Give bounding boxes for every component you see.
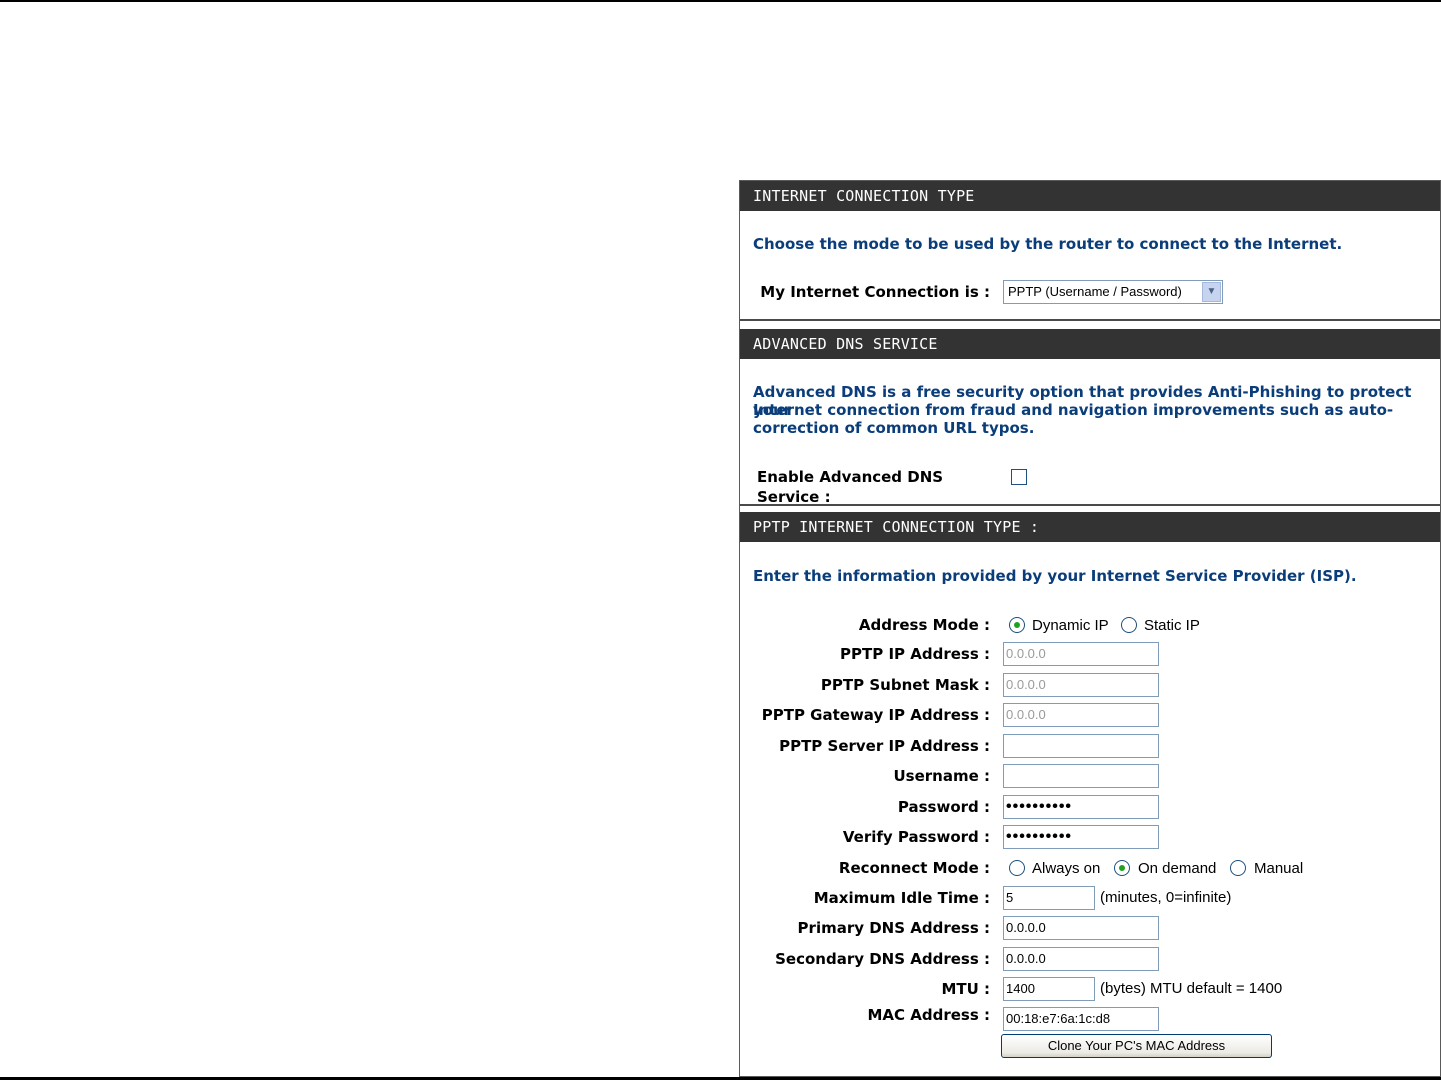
address-mode-static-label: Static IP bbox=[1144, 617, 1200, 634]
mtu-input[interactable]: 1400 bbox=[1003, 977, 1095, 1001]
pptp-gateway-label: PPTP Gateway IP Address : bbox=[761, 706, 990, 724]
address-mode-static-radio[interactable] bbox=[1121, 617, 1137, 633]
reconnect-manual-radio[interactable] bbox=[1230, 860, 1246, 876]
pptp-server-label: PPTP Server IP Address : bbox=[779, 737, 990, 755]
pptp-subnet-label: PPTP Subnet Mask : bbox=[820, 676, 990, 694]
secondary-dns-label: Secondary DNS Address : bbox=[775, 950, 990, 968]
primary-dns-label: Primary DNS Address : bbox=[797, 919, 990, 937]
verify-password-input[interactable]: •••••••••• bbox=[1003, 825, 1159, 849]
verify-password-label: Verify Password : bbox=[842, 828, 990, 846]
connection-type-select[interactable]: PPTP (Username / Password) ▼ bbox=[1003, 280, 1223, 304]
section-header: PPTP INTERNET CONNECTION TYPE : bbox=[740, 512, 1440, 542]
primary-dns-input[interactable]: 0.0.0.0 bbox=[1003, 916, 1159, 940]
address-mode-dynamic-radio[interactable] bbox=[1009, 617, 1025, 633]
advanced-dns-section: ADVANCED DNS SERVICE Advanced DNS is a f… bbox=[740, 329, 1440, 506]
enable-advanced-dns-label: Enable Advanced DNS Service : bbox=[757, 468, 944, 506]
max-idle-label: Maximum Idle Time : bbox=[813, 889, 990, 907]
reconnect-always-radio[interactable] bbox=[1009, 860, 1025, 876]
reconnect-on-demand-label: On demand bbox=[1138, 860, 1217, 877]
enable-advanced-dns-checkbox[interactable] bbox=[1011, 469, 1027, 485]
advanced-dns-intro-line-3: correction of common URL typos. bbox=[753, 419, 1035, 437]
address-mode-dynamic-label: Dynamic IP bbox=[1032, 617, 1109, 634]
max-idle-suffix: (minutes, 0=infinite) bbox=[1100, 889, 1232, 906]
connection-type-label: My Internet Connection is : bbox=[760, 283, 990, 301]
internet-connection-type-section: INTERNET CONNECTION TYPE Choose the mode… bbox=[740, 181, 1440, 321]
section-header: INTERNET CONNECTION TYPE bbox=[740, 181, 1440, 211]
mtu-suffix: (bytes) MTU default = 1400 bbox=[1100, 980, 1283, 997]
username-input[interactable] bbox=[1003, 764, 1159, 788]
settings-panel: INTERNET CONNECTION TYPE Choose the mode… bbox=[739, 180, 1441, 1077]
pptp-ip-label: PPTP IP Address : bbox=[840, 645, 990, 663]
password-label: Password : bbox=[897, 798, 990, 816]
secondary-dns-input[interactable]: 0.0.0.0 bbox=[1003, 947, 1159, 971]
reconnect-mode-label: Reconnect Mode : bbox=[838, 859, 990, 877]
mac-address-input[interactable]: 00:18:e7:6a:1c:d8 bbox=[1003, 1007, 1159, 1031]
mac-address-label: MAC Address : bbox=[867, 1006, 991, 1024]
chevron-down-icon[interactable]: ▼ bbox=[1202, 282, 1221, 302]
username-label: Username : bbox=[893, 767, 990, 785]
max-idle-input[interactable]: 5 bbox=[1003, 886, 1095, 910]
reconnect-always-label: Always on bbox=[1032, 860, 1101, 877]
password-input[interactable]: •••••••••• bbox=[1003, 795, 1159, 819]
reconnect-manual-label: Manual bbox=[1254, 860, 1304, 877]
bottom-rule bbox=[0, 1077, 1441, 1080]
reconnect-on-demand-radio[interactable] bbox=[1114, 860, 1130, 876]
pptp-ip-input[interactable]: 0.0.0.0 bbox=[1003, 642, 1159, 666]
section-header: ADVANCED DNS SERVICE bbox=[740, 329, 1440, 359]
pptp-gateway-input[interactable]: 0.0.0.0 bbox=[1003, 703, 1159, 727]
mtu-label: MTU : bbox=[941, 980, 990, 998]
pptp-subnet-input[interactable]: 0.0.0.0 bbox=[1003, 673, 1159, 697]
section-intro: Choose the mode to be used by the router… bbox=[753, 235, 1343, 253]
top-rule bbox=[0, 0, 1441, 2]
advanced-dns-intro-line-2: Internet connection from fraud and navig… bbox=[753, 401, 1394, 419]
section-intro: Enter the information provided by your I… bbox=[753, 567, 1357, 585]
pptp-server-input[interactable] bbox=[1003, 734, 1159, 758]
clone-mac-button[interactable]: Clone Your PC's MAC Address bbox=[1001, 1034, 1272, 1058]
address-mode-label: Address Mode : bbox=[858, 616, 990, 634]
connection-type-value: PPTP (Username / Password) bbox=[1008, 284, 1182, 299]
